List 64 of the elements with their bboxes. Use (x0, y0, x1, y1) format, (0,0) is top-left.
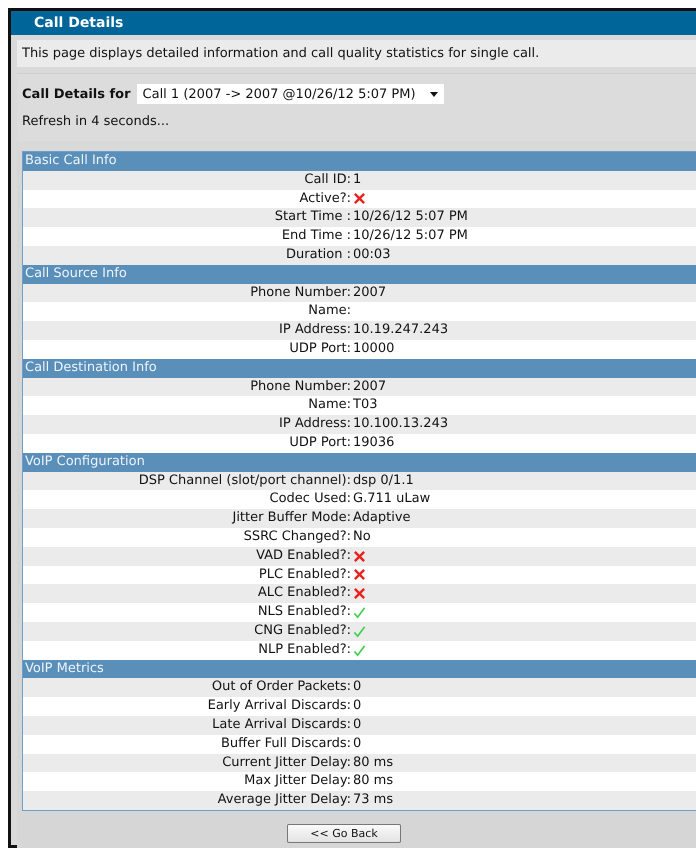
field-label: NLP Enabled?: (257, 640, 352, 659)
field-value: 2007 (353, 378, 386, 396)
field-label: Start Time : (274, 208, 352, 226)
field-label: End Time : (280, 227, 352, 246)
selector-label: Call Details for (22, 86, 131, 102)
field-label: SSRC Changed?: (242, 528, 352, 546)
field-value: 10.19.247.243 (353, 321, 448, 340)
field-label: Name: (307, 396, 352, 414)
field-value: 10/26/12 5:07 PM (353, 208, 468, 226)
section-header: Call Source Info (23, 264, 696, 284)
field-value: 1 (353, 170, 362, 189)
field-value: dsp 0/1.1 (353, 472, 414, 490)
field-label: Codec Used: (268, 490, 352, 508)
refresh-text: Refresh in 4 seconds... (22, 114, 170, 129)
field-value: 73 ms (353, 791, 394, 810)
section-header: Basic Call Info (23, 152, 696, 171)
description-text: This page displays detailed information and call quality statistics for single call. (22, 46, 540, 61)
field-label: Out of Order Packets: (210, 678, 352, 696)
field-label: Phone Number: (249, 284, 352, 302)
field-label: Max Jitter Delay: (243, 772, 352, 790)
field-value: 0 (353, 716, 362, 734)
field-value: 00:03 (353, 246, 390, 264)
field-label: Phone Number: (249, 378, 352, 396)
field-value: 2007 (353, 284, 386, 302)
section-header: VoIP Metrics (23, 660, 696, 678)
field-label: Name: (307, 302, 352, 320)
field-label: UDP Port: (288, 340, 352, 358)
field-label: Call ID: (303, 170, 352, 189)
field-value: 80 ms (353, 754, 394, 772)
field-label: ALC Enabled?: (256, 584, 352, 602)
field-value: 80 ms (353, 772, 394, 790)
field-value: No (353, 528, 371, 546)
field-value: G.711 uLaw (353, 490, 430, 508)
go-back-button[interactable]: << Go Back (287, 824, 401, 843)
field-label: Active?: (298, 190, 352, 208)
field-label: PLC Enabled?: (258, 566, 352, 584)
call-dropdown[interactable]: Call 1 (2007 -> 2007 @10/26/12 5:07 PM) (136, 84, 444, 104)
field-label: CNG Enabled?: (253, 622, 352, 640)
field-value: Adaptive (353, 509, 411, 528)
field-value: 0 (353, 734, 362, 753)
field-label: UDP Port: (288, 434, 352, 452)
field-label: Current Jitter Delay: (221, 754, 352, 772)
field-value: 10000 (353, 340, 394, 358)
caret-icon (430, 92, 438, 96)
field-value: 0 (353, 678, 362, 696)
field-label: IP Address: (278, 415, 352, 434)
section-header: Call Destination Info (23, 358, 696, 378)
field-label: VAD Enabled?: (255, 546, 352, 565)
field-label: Average Jitter Delay: (216, 791, 352, 810)
field-label: IP Address: (278, 321, 352, 340)
field-label: Early Arrival Discards: (206, 697, 352, 716)
field-value: T03 (353, 396, 378, 414)
field-value: 0 (353, 697, 362, 716)
window-title: Call Details (34, 15, 124, 31)
field-label: Duration : (285, 246, 352, 264)
field-value: 19036 (353, 434, 394, 452)
field-label: Late Arrival Discards: (211, 716, 352, 734)
field-value: 10.100.13.243 (353, 415, 448, 434)
section-header: VoIP Configuration (23, 452, 696, 472)
field-label: DSP Channel (slot/port channel): (138, 472, 352, 490)
field-label: Buffer Full Discards: (220, 734, 352, 753)
field-value: 10/26/12 5:07 PM (353, 227, 468, 246)
field-label: NLS Enabled?: (256, 603, 352, 622)
field-label: Jitter Buffer Mode: (230, 509, 352, 528)
